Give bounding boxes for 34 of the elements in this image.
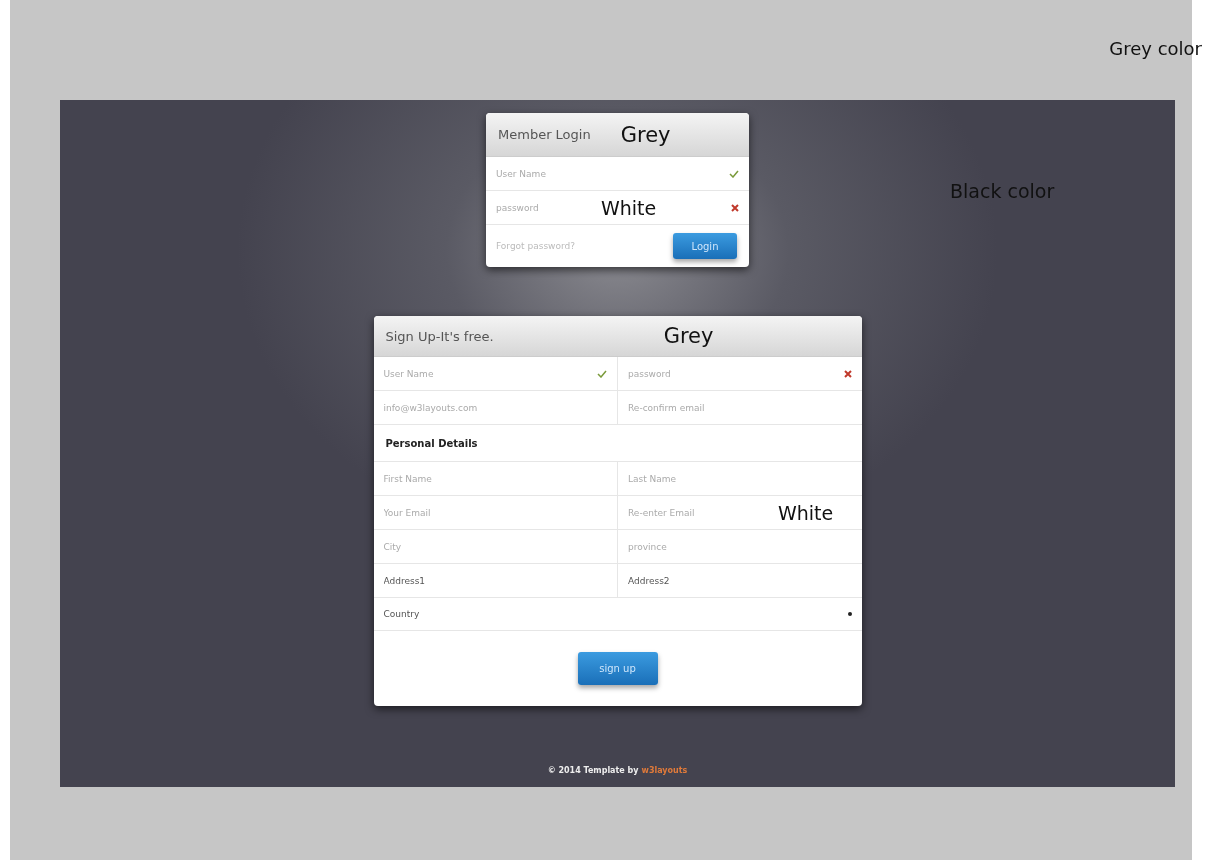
annotation-label: White: [601, 196, 657, 219]
signup-button[interactable]: sign up: [577, 652, 658, 685]
annotation-label: Black color: [950, 180, 1055, 202]
input-field[interactable]: Address2: [628, 575, 852, 586]
dot-icon: [847, 612, 852, 616]
input-field[interactable]: First Name: [383, 473, 607, 484]
section-heading: Personal Details: [384, 437, 478, 449]
annotation-label: White: [778, 501, 834, 524]
annotation-label: Grey: [663, 324, 714, 348]
input-field[interactable]: Re-enter Email: [628, 507, 778, 518]
footer-text: © 2014 Template by: [547, 766, 639, 775]
input-field[interactable]: Re-confirm email: [628, 402, 852, 413]
annotation-label: Grey color: [1109, 38, 1202, 59]
check-icon: [597, 369, 607, 378]
check-icon: [729, 169, 739, 178]
footer-link[interactable]: w3layouts: [641, 766, 688, 775]
card-title: Sign Up-It's free.: [385, 328, 494, 344]
input-field[interactable]: Address1: [383, 575, 607, 586]
input-field[interactable]: Your Email: [383, 507, 607, 518]
login-button[interactable]: Login: [673, 233, 737, 259]
input-field[interactable]: info@w3layouts.com: [383, 402, 607, 413]
input-field[interactable]: Last Name: [628, 473, 852, 484]
annotation-label: Grey: [620, 122, 671, 147]
country-select[interactable]: Country: [383, 609, 848, 619]
input-field[interactable]: province: [628, 541, 852, 552]
input-field[interactable]: City: [383, 541, 607, 552]
forgot-password-link[interactable]: Forgot password?: [496, 241, 576, 251]
card-title: Member Login: [498, 127, 591, 142]
input-field[interactable]: User Name: [383, 368, 597, 379]
input-field[interactable]: password: [628, 368, 844, 379]
input-field[interactable]: password: [496, 202, 601, 213]
close-icon: [731, 203, 739, 212]
close-icon: [843, 369, 852, 378]
input-field[interactable]: User Name: [496, 168, 729, 179]
